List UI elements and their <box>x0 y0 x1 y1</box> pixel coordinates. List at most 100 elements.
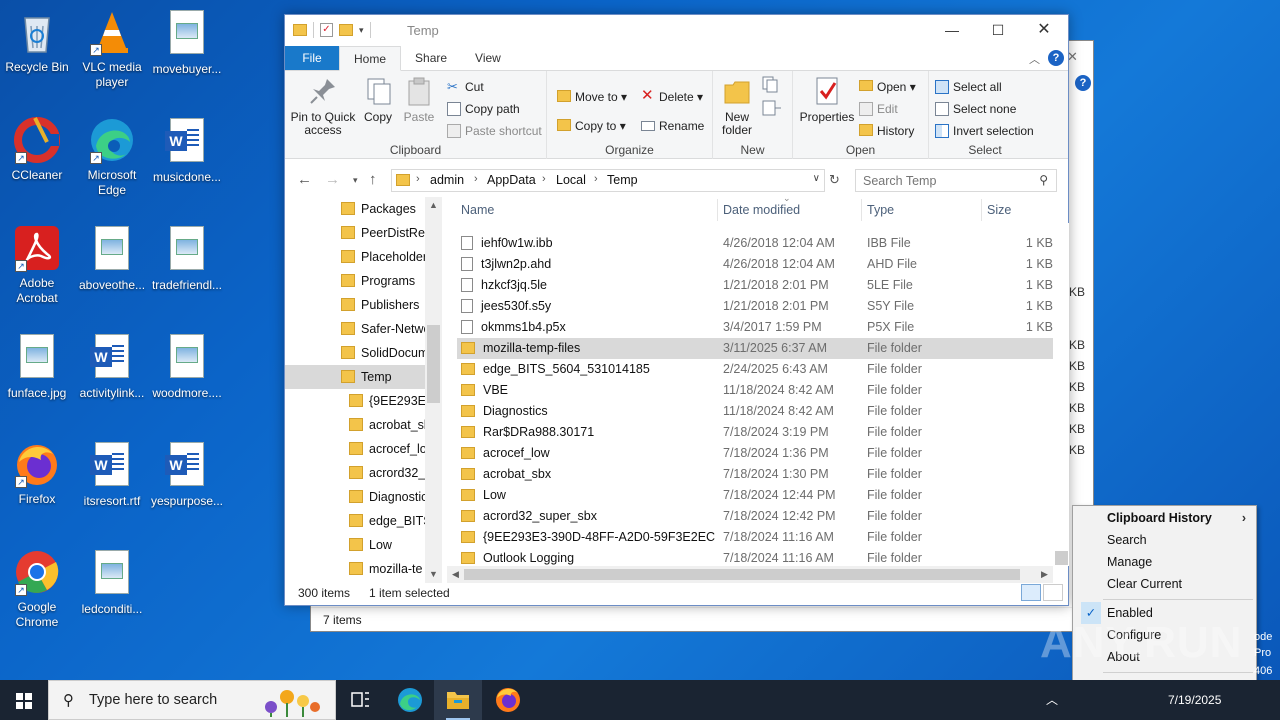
new-item-icon[interactable] <box>761 75 783 93</box>
file-row[interactable]: acrord32_super_sbx 7/18/2024 12:42 PM File… <box>457 506 1053 527</box>
file-row[interactable]: VBE 11/18/2024 8:42 AM File folder <box>457 380 1053 401</box>
rename-button[interactable]: Rename <box>639 116 704 136</box>
close-icon[interactable]: ✕ <box>1021 15 1067 45</box>
clock-date[interactable]: 7/19/2025 <box>1168 680 1221 720</box>
collapse-ribbon-icon[interactable]: ︿ <box>1029 51 1040 67</box>
file-row[interactable]: acrobat_sbx 7/18/2024 1:30 PM File folder <box>457 464 1053 485</box>
file-row[interactable]: edge_BITS_5604_531014185 2/24/2025 6:43 A… <box>457 359 1053 380</box>
paste-button[interactable]: Paste <box>399 75 439 124</box>
chevron-right-icon[interactable]: › <box>474 173 478 185</box>
file-row[interactable]: jees530f.s5y 1/21/2018 2:01 PM S5Y File 1 K… <box>457 296 1053 317</box>
menu-item-search[interactable]: Search <box>1073 529 1256 551</box>
nav-item[interactable]: acrobat_sb <box>349 413 425 437</box>
file-list[interactable]: Name Date modified ⌄ Type Size iehf0w1w.… <box>447 197 1069 583</box>
desktop-icon-image-file[interactable]: woodmore.... <box>150 332 224 401</box>
menu-item-manage[interactable]: Manage <box>1073 551 1256 573</box>
maximize-icon[interactable]: ☐ <box>975 15 1021 45</box>
file-row[interactable]: {9EE293E3-390D-48FF-A2D0-59F3E2EC88... 7/… <box>457 527 1053 548</box>
chevron-right-icon[interactable]: › <box>542 173 546 185</box>
copy-to-button[interactable]: Copy to ▾ <box>555 116 626 136</box>
desktop-icon-word-file[interactable]: W activitylink... <box>75 332 149 401</box>
scroll-thumb[interactable] <box>464 569 1020 580</box>
desktop-icon-recycle-bin[interactable]: Recycle Bin <box>0 8 74 75</box>
desktop-icon-image-file[interactable]: ledconditi... <box>75 548 149 617</box>
copy-path-button[interactable]: Copy path <box>445 99 520 119</box>
invert-selection-button[interactable]: Invert selection <box>933 121 1034 141</box>
column-header-size[interactable]: Size <box>987 197 1011 223</box>
address-bar[interactable]: › admin › AppData › Local › Temp ∨ <box>391 169 825 192</box>
file-row[interactable]: acrocef_low 7/18/2024 1:36 PM File folder <box>457 443 1053 464</box>
up-arrow-icon[interactable]: ↑ <box>369 171 377 188</box>
desktop-icon-firefox[interactable]: ↗ Firefox <box>0 440 74 507</box>
desktop-icon-vlc[interactable]: ↗ VLC media player <box>75 8 149 90</box>
search-box[interactable]: ⚲ <box>855 169 1057 192</box>
nav-item[interactable]: Low <box>349 533 425 557</box>
scroll-up-icon[interactable]: ▲ <box>425 197 442 214</box>
search-input[interactable] <box>856 170 1026 191</box>
taskbar-file-explorer[interactable] <box>434 680 482 720</box>
edit-button[interactable]: Edit <box>857 99 898 119</box>
copy-button[interactable]: Copy <box>359 75 397 124</box>
taskbar-edge[interactable] <box>386 680 434 720</box>
easy-access-icon[interactable] <box>761 99 783 117</box>
desktop-icon-image-file[interactable]: tradefriendl... <box>150 224 224 293</box>
tab-file[interactable]: File <box>285 46 339 70</box>
task-view-button[interactable] <box>336 680 384 720</box>
cut-button[interactable]: ✂ Cut <box>445 77 484 97</box>
address-dropdown-icon[interactable]: ∨ <box>813 173 820 184</box>
file-list-scrollbar[interactable] <box>1053 223 1069 566</box>
breadcrumb-local[interactable]: Local <box>556 173 586 187</box>
desktop-icon-word-file[interactable]: W itsresort.rtf <box>75 440 149 509</box>
desktop-icon-image-file[interactable]: aboveothe... <box>75 224 149 293</box>
menu-item-clipboard-history[interactable]: Clipboard History › <box>1073 507 1256 529</box>
nav-item-selected[interactable]: Temp <box>285 365 425 389</box>
breadcrumb-admin[interactable]: admin <box>430 173 464 187</box>
explorer-window[interactable]: ✓ ▾ Temp — ☐ ✕ File Home Share View ︿ ? … <box>284 14 1069 606</box>
recent-locations-chevron-icon[interactable]: ▾ <box>353 175 358 186</box>
customize-dropdown-icon[interactable]: ▾ <box>359 25 364 36</box>
tab-share[interactable]: Share <box>401 46 461 70</box>
refresh-icon[interactable]: ↻ <box>829 172 840 188</box>
file-row[interactable]: hzkcf3jq.5le 1/21/2018 2:01 PM 5LE File 1 K… <box>457 275 1053 296</box>
desktop-icon-word-file[interactable]: W yespurpose... <box>150 440 224 509</box>
details-view-icon[interactable] <box>1021 584 1041 601</box>
desktop-icon-edge[interactable]: ↗ Microsoft Edge <box>75 116 149 198</box>
file-row[interactable]: Diagnostics 11/18/2024 8:42 AM File folder <box>457 401 1053 422</box>
nav-item[interactable]: edge_BITS_ <box>349 509 425 533</box>
menu-item-clear-current[interactable]: Clear Current <box>1073 573 1256 595</box>
select-all-button[interactable]: Select all <box>933 77 1002 97</box>
paste-shortcut-button[interactable]: Paste shortcut <box>445 121 542 141</box>
title-bar[interactable]: ✓ ▾ Temp — ☐ ✕ <box>285 15 1068 47</box>
breadcrumb-appdata[interactable]: AppData <box>487 173 536 187</box>
file-row[interactable]: iehf0w1w.ibb 4/26/2018 12:04 AM IBB File 1 … <box>457 233 1053 254</box>
pin-quick-access-button[interactable]: Pin to Quick access <box>289 75 357 137</box>
select-none-button[interactable]: Select none <box>933 99 1016 119</box>
nav-scrollbar[interactable]: ▲ ▼ <box>425 197 442 583</box>
file-row[interactable]: mozilla-temp-files 3/11/2025 6:37 AM File … <box>457 338 1053 359</box>
open-button[interactable]: Open ▾ <box>857 77 916 97</box>
file-row[interactable]: okmms1b4.p5x 3/4/2017 1:59 PM P5X File 1 KB <box>457 317 1053 338</box>
nav-item[interactable]: acrord32_s <box>349 461 425 485</box>
tab-home[interactable]: Home <box>339 46 402 71</box>
move-to-button[interactable]: Move to ▾ <box>555 87 627 107</box>
minimize-icon[interactable]: — <box>929 15 975 45</box>
forward-arrow-icon[interactable]: → <box>325 171 340 188</box>
chevron-right-icon[interactable]: › <box>416 173 420 185</box>
delete-button[interactable]: ✕ Delete ▾ <box>639 87 703 107</box>
nav-item[interactable]: {9EE293E3- <box>349 389 425 413</box>
navigation-pane[interactable]: Packages PeerDistRep Placeholder Program… <box>285 197 443 583</box>
chevron-right-icon[interactable]: › <box>594 173 598 185</box>
scroll-thumb[interactable] <box>1055 551 1068 565</box>
large-icons-view-icon[interactable] <box>1043 584 1063 601</box>
desktop-icon-chrome[interactable]: ↗ Google Chrome <box>0 548 74 630</box>
breadcrumb-temp[interactable]: Temp <box>607 173 638 187</box>
start-button[interactable] <box>0 680 48 720</box>
nav-item[interactable]: Diagnostic <box>349 485 425 509</box>
desktop-icon-image-file[interactable]: movebuyer... <box>150 8 224 77</box>
back-arrow-icon[interactable]: ← <box>297 171 312 188</box>
properties-button[interactable]: Properties <box>797 75 857 124</box>
taskbar-firefox[interactable] <box>484 680 532 720</box>
desktop-icon-acrobat[interactable]: ↗ Adobe Acrobat <box>0 224 74 306</box>
desktop-icon-ccleaner[interactable]: ↗ CCleaner <box>0 116 74 183</box>
file-row[interactable]: t3jlwn2p.ahd 4/26/2018 12:04 AM AHD File 1 … <box>457 254 1053 275</box>
